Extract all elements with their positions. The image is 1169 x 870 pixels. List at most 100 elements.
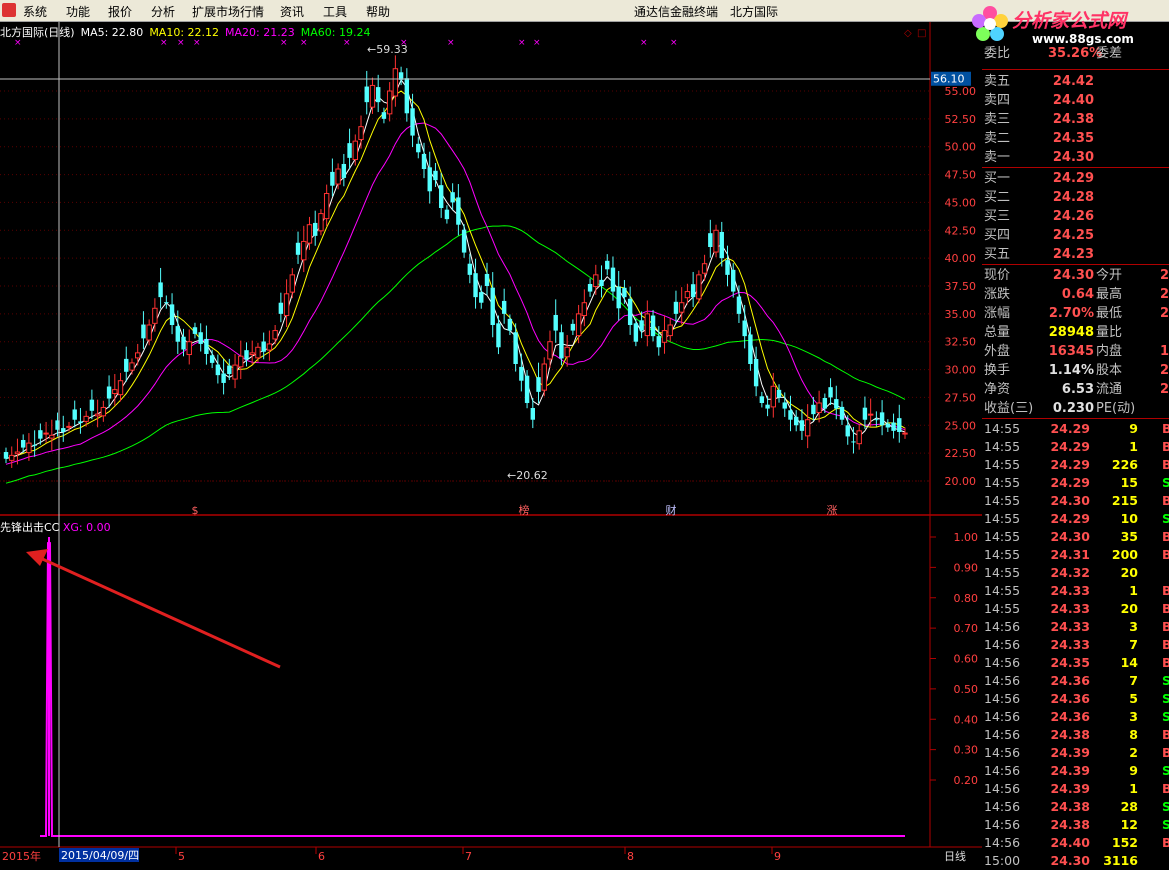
candle-body-up bbox=[804, 419, 811, 437]
tick-price: 24.31 bbox=[1050, 547, 1090, 562]
ask-row[interactable]: 卖一 24.30 bbox=[984, 148, 1169, 167]
candle-body-down bbox=[221, 373, 226, 383]
period-label[interactable]: 日线 bbox=[944, 849, 966, 863]
bid-price: 24.25 bbox=[1052, 228, 1094, 243]
annotation-arrow bbox=[26, 549, 281, 669]
bid-row[interactable]: 买三 24.26 bbox=[984, 207, 1169, 226]
stock-title: 北方国际 bbox=[730, 5, 779, 19]
tick-price: 24.39 bbox=[1050, 763, 1090, 778]
signal-mark: × bbox=[640, 38, 648, 48]
candle-body-down bbox=[364, 86, 369, 103]
ask-price: 24.30 bbox=[1052, 150, 1094, 165]
tick-row: 14:55 24.32 20 bbox=[984, 564, 1169, 582]
tick-time: 14:56 bbox=[984, 817, 1021, 832]
tick-price: 24.39 bbox=[1050, 781, 1090, 796]
tick-row: 14:55 24.30 35 B bbox=[984, 528, 1169, 546]
quote-value-2: 2 bbox=[1160, 306, 1169, 321]
quote-row: 涨跌 0.64 最高 2 bbox=[984, 285, 1169, 304]
tick-price: 24.38 bbox=[1050, 727, 1090, 742]
tick-time: 14:56 bbox=[984, 763, 1021, 778]
bid-row[interactable]: 买五 24.23 bbox=[984, 245, 1169, 264]
bid-row[interactable]: 买二 24.28 bbox=[984, 188, 1169, 207]
ask-row[interactable]: 卖三 24.38 bbox=[984, 110, 1169, 129]
tick-time: 14:55 bbox=[984, 601, 1021, 616]
tick-volume: 1 bbox=[1129, 439, 1138, 454]
tick-volume: 1 bbox=[1129, 583, 1138, 598]
candle-body-up bbox=[902, 432, 908, 435]
menu-news[interactable]: 资讯 bbox=[280, 3, 304, 20]
candle-body-down bbox=[885, 423, 891, 428]
menu-function[interactable]: 功能 bbox=[66, 3, 90, 20]
candle-body-down bbox=[433, 170, 438, 181]
menu-analysis[interactable]: 分析 bbox=[151, 3, 175, 20]
menu-quote[interactable]: 报价 bbox=[108, 3, 132, 20]
quote-panel: 委比 35.26% 委差 卖五 24.42 卖四 24.40 卖三 24.38 卖二 24.35 卖一… bbox=[982, 46, 1169, 868]
signal-mark: × bbox=[533, 38, 541, 48]
tick-row: 14:56 24.35 14 B bbox=[984, 654, 1169, 672]
tick-volume: 2 bbox=[1129, 745, 1138, 760]
event-mark[interactable]: 涨 bbox=[827, 504, 838, 517]
tick-time: 14:55 bbox=[984, 583, 1021, 598]
tick-volume: 200 bbox=[1111, 547, 1138, 562]
quote-label-2: 流通 bbox=[1096, 382, 1123, 397]
window-icon[interactable]: □ bbox=[917, 28, 926, 39]
candle-body-down bbox=[215, 364, 221, 376]
candle-body-down bbox=[501, 300, 507, 314]
indicator-tick-label: 0.50 bbox=[954, 683, 979, 696]
month-label: 5 bbox=[178, 850, 185, 863]
tick-side: B bbox=[1162, 601, 1169, 616]
quote-label: 涨幅 bbox=[984, 306, 1011, 321]
tick-time: 14:55 bbox=[984, 421, 1021, 436]
price-tick-label: 52.50 bbox=[945, 113, 977, 126]
price-tick-label: 55.00 bbox=[945, 85, 977, 98]
candle-body-down bbox=[198, 332, 203, 344]
month-label: 7 bbox=[465, 850, 472, 863]
tick-time: 15:00 bbox=[984, 853, 1021, 868]
quote-label: 总量 bbox=[984, 325, 1011, 340]
candle-body-up bbox=[135, 352, 141, 359]
ask-row[interactable]: 卖二 24.35 bbox=[984, 129, 1169, 148]
candle-body-down bbox=[381, 112, 387, 119]
ask-row[interactable]: 卖五 24.42 bbox=[984, 72, 1169, 91]
kline-chart[interactable]: 55.00 52.50 50.00 47.50 45.00 42.50 40.00 37.50… bbox=[0, 22, 982, 865]
bid-row[interactable]: 买一 24.29 bbox=[984, 169, 1169, 188]
event-mark[interactable]: 榜 bbox=[519, 503, 530, 517]
logo-text: 分析家公式网 bbox=[1012, 10, 1127, 32]
candle-body-down bbox=[633, 323, 639, 342]
candle-body-down bbox=[38, 430, 43, 439]
candle-body-down bbox=[862, 407, 868, 420]
tick-price: 24.33 bbox=[1050, 637, 1090, 652]
candle-body-down bbox=[169, 304, 175, 325]
tick-side: B bbox=[1162, 529, 1169, 544]
candle-body-down bbox=[891, 422, 896, 431]
candle-body-up bbox=[593, 274, 599, 288]
ask-label: 卖一 bbox=[984, 150, 1011, 165]
event-mark[interactable]: $ bbox=[192, 504, 199, 517]
candle-body-up bbox=[94, 413, 101, 417]
event-mark[interactable]: 财 bbox=[666, 503, 677, 517]
bid-price: 24.28 bbox=[1052, 190, 1094, 205]
price-tick-label: 45.00 bbox=[945, 196, 977, 209]
candle-body-up bbox=[684, 291, 691, 299]
menu-extended-market[interactable]: 扩展市场行情 bbox=[192, 3, 264, 20]
signal-mark: × bbox=[400, 38, 408, 48]
ask-row[interactable]: 卖四 24.40 bbox=[984, 91, 1169, 110]
tick-time: 14:56 bbox=[984, 727, 1021, 742]
collapse-icon[interactable]: ◇ bbox=[904, 28, 912, 39]
tick-price: 24.29 bbox=[1050, 511, 1090, 526]
candle-body-down bbox=[78, 421, 83, 424]
menu-tools[interactable]: 工具 bbox=[323, 3, 347, 20]
candle-body-down bbox=[261, 341, 266, 352]
menu-system[interactable]: 系统 bbox=[23, 3, 47, 20]
candle-body-down bbox=[313, 222, 318, 236]
menu-help[interactable]: 帮助 bbox=[366, 3, 390, 20]
bid-row[interactable]: 买四 24.25 bbox=[984, 226, 1169, 245]
bid-label: 买三 bbox=[984, 209, 1011, 224]
tick-side: B bbox=[1162, 655, 1169, 670]
candle-body-up bbox=[547, 341, 553, 360]
candle-body-down bbox=[20, 439, 26, 448]
order-diff-label: 委差 bbox=[1096, 46, 1123, 61]
month-label: 9 bbox=[774, 850, 781, 863]
candle-body-down bbox=[490, 287, 495, 325]
ask-label: 卖四 bbox=[984, 93, 1011, 108]
